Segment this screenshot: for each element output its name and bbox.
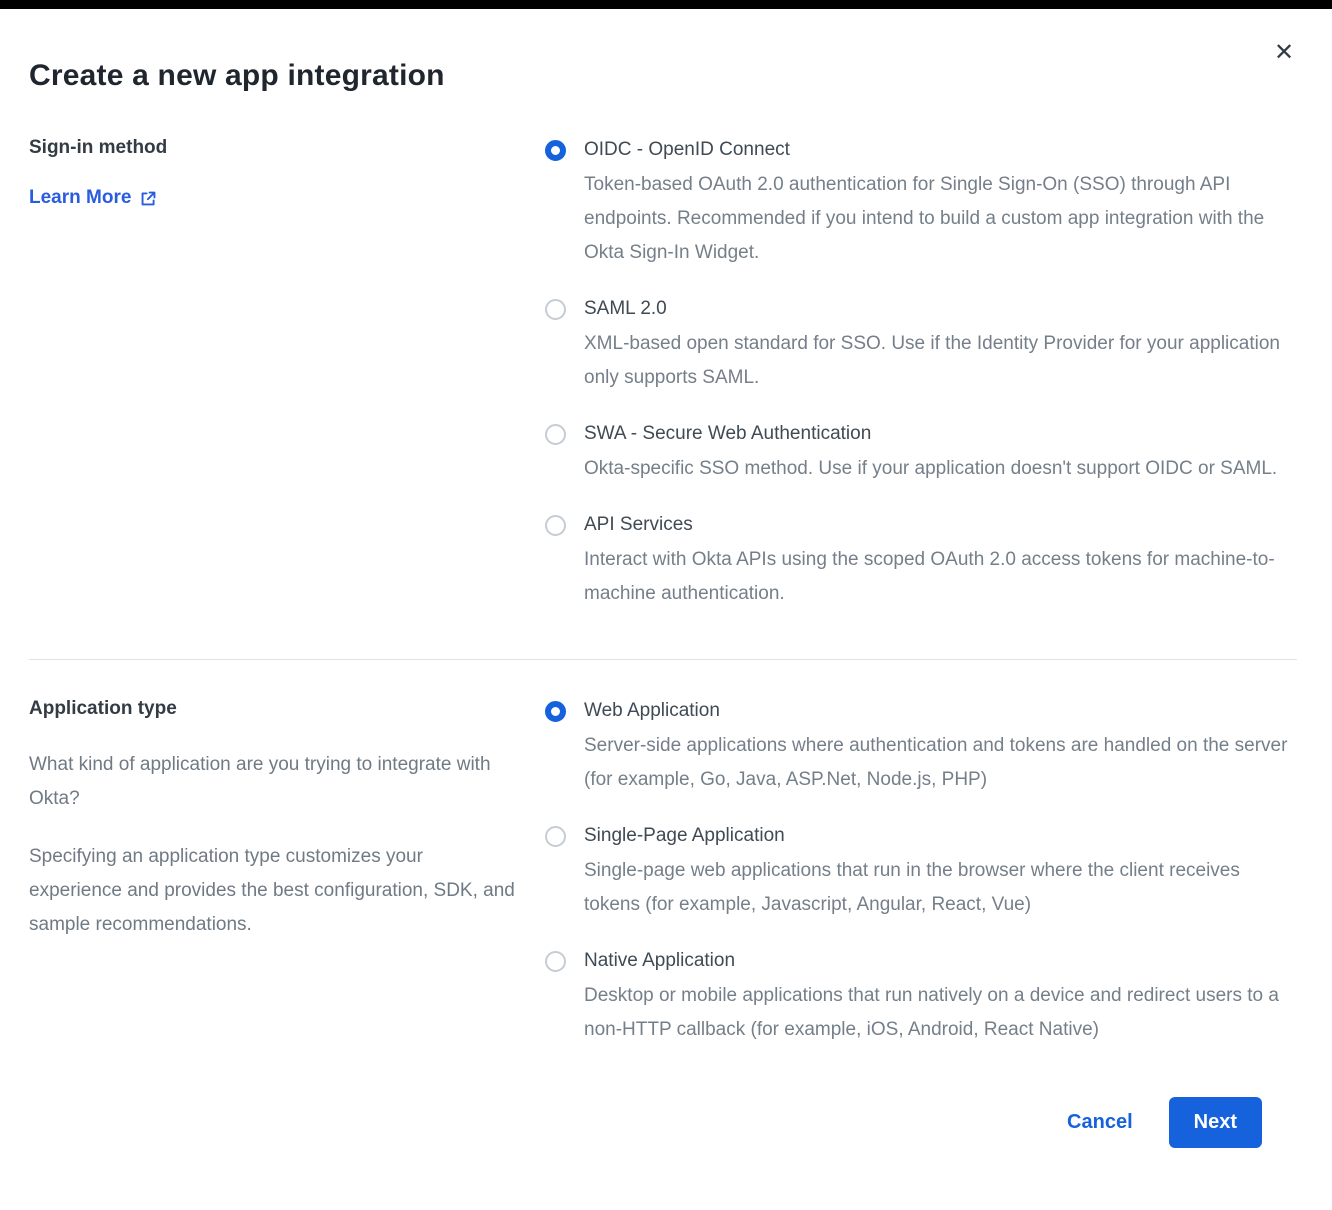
signin-method-section: Sign-in method Learn More OIDC - OpenID … — [29, 137, 1297, 611]
option-description: Token-based OAuth 2.0 authentication for… — [584, 168, 1289, 270]
create-app-integration-dialog: ✕ Create a new app integration Sign-in m… — [0, 9, 1332, 1148]
page-title: Create a new app integration — [29, 9, 1297, 93]
radio-option-saml[interactable]: SAML 2.0 XML-based open standard for SSO… — [545, 296, 1297, 395]
top-black-bar — [0, 0, 1332, 9]
option-title: OIDC - OpenID Connect — [584, 137, 1289, 163]
radio-web-app[interactable] — [545, 701, 566, 722]
application-type-options: Web Application Server-side applications… — [545, 698, 1297, 1047]
option-description: Server-side applications where authentic… — [584, 729, 1289, 797]
radio-api-services[interactable] — [545, 515, 566, 536]
option-description: Okta-specific SSO method. Use if your ap… — [584, 452, 1277, 486]
option-description: XML-based open standard for SSO. Use if … — [584, 327, 1289, 395]
signin-method-left-column: Sign-in method Learn More — [29, 137, 545, 611]
section-divider — [29, 659, 1297, 660]
signin-method-options: OIDC - OpenID Connect Token-based OAuth … — [545, 137, 1297, 611]
application-type-question: What kind of application are you trying … — [29, 748, 519, 816]
option-title: Single-Page Application — [584, 823, 1289, 849]
radio-option-native-app[interactable]: Native Application Desktop or mobile app… — [545, 948, 1297, 1047]
option-title: SAML 2.0 — [584, 296, 1289, 322]
radio-option-spa[interactable]: Single-Page Application Single-page web … — [545, 823, 1297, 922]
learn-more-link[interactable]: Learn More — [29, 187, 157, 209]
application-type-left-column: Application type What kind of applicatio… — [29, 698, 545, 1047]
radio-native-app[interactable] — [545, 951, 566, 972]
radio-oidc[interactable] — [545, 140, 566, 161]
option-title: API Services — [584, 512, 1289, 538]
option-title: Native Application — [584, 948, 1289, 974]
application-type-section: Application type What kind of applicatio… — [29, 698, 1297, 1047]
close-icon[interactable]: ✕ — [1270, 39, 1298, 67]
radio-option-api-services[interactable]: API Services Interact with Okta APIs usi… — [545, 512, 1297, 611]
radio-option-swa[interactable]: SWA - Secure Web Authentication Okta-spe… — [545, 421, 1297, 486]
next-button[interactable]: Next — [1169, 1097, 1262, 1148]
application-type-label: Application type — [29, 698, 545, 720]
option-description: Desktop or mobile applications that run … — [584, 979, 1289, 1047]
learn-more-label: Learn More — [29, 187, 131, 209]
radio-swa[interactable] — [545, 424, 566, 445]
dialog-footer: Cancel Next — [29, 1097, 1297, 1148]
option-title: SWA - Secure Web Authentication — [584, 421, 1277, 447]
radio-saml[interactable] — [545, 299, 566, 320]
option-description: Single-page web applications that run in… — [584, 854, 1289, 922]
radio-option-web-app[interactable]: Web Application Server-side applications… — [545, 698, 1297, 797]
cancel-button[interactable]: Cancel — [1067, 1111, 1133, 1134]
option-description: Interact with Okta APIs using the scoped… — [584, 543, 1289, 611]
radio-option-oidc[interactable]: OIDC - OpenID Connect Token-based OAuth … — [545, 137, 1297, 270]
application-type-note: Specifying an application type customize… — [29, 840, 519, 942]
radio-spa[interactable] — [545, 826, 566, 847]
option-title: Web Application — [584, 698, 1289, 724]
external-link-icon — [140, 190, 157, 207]
signin-method-label: Sign-in method — [29, 137, 545, 159]
